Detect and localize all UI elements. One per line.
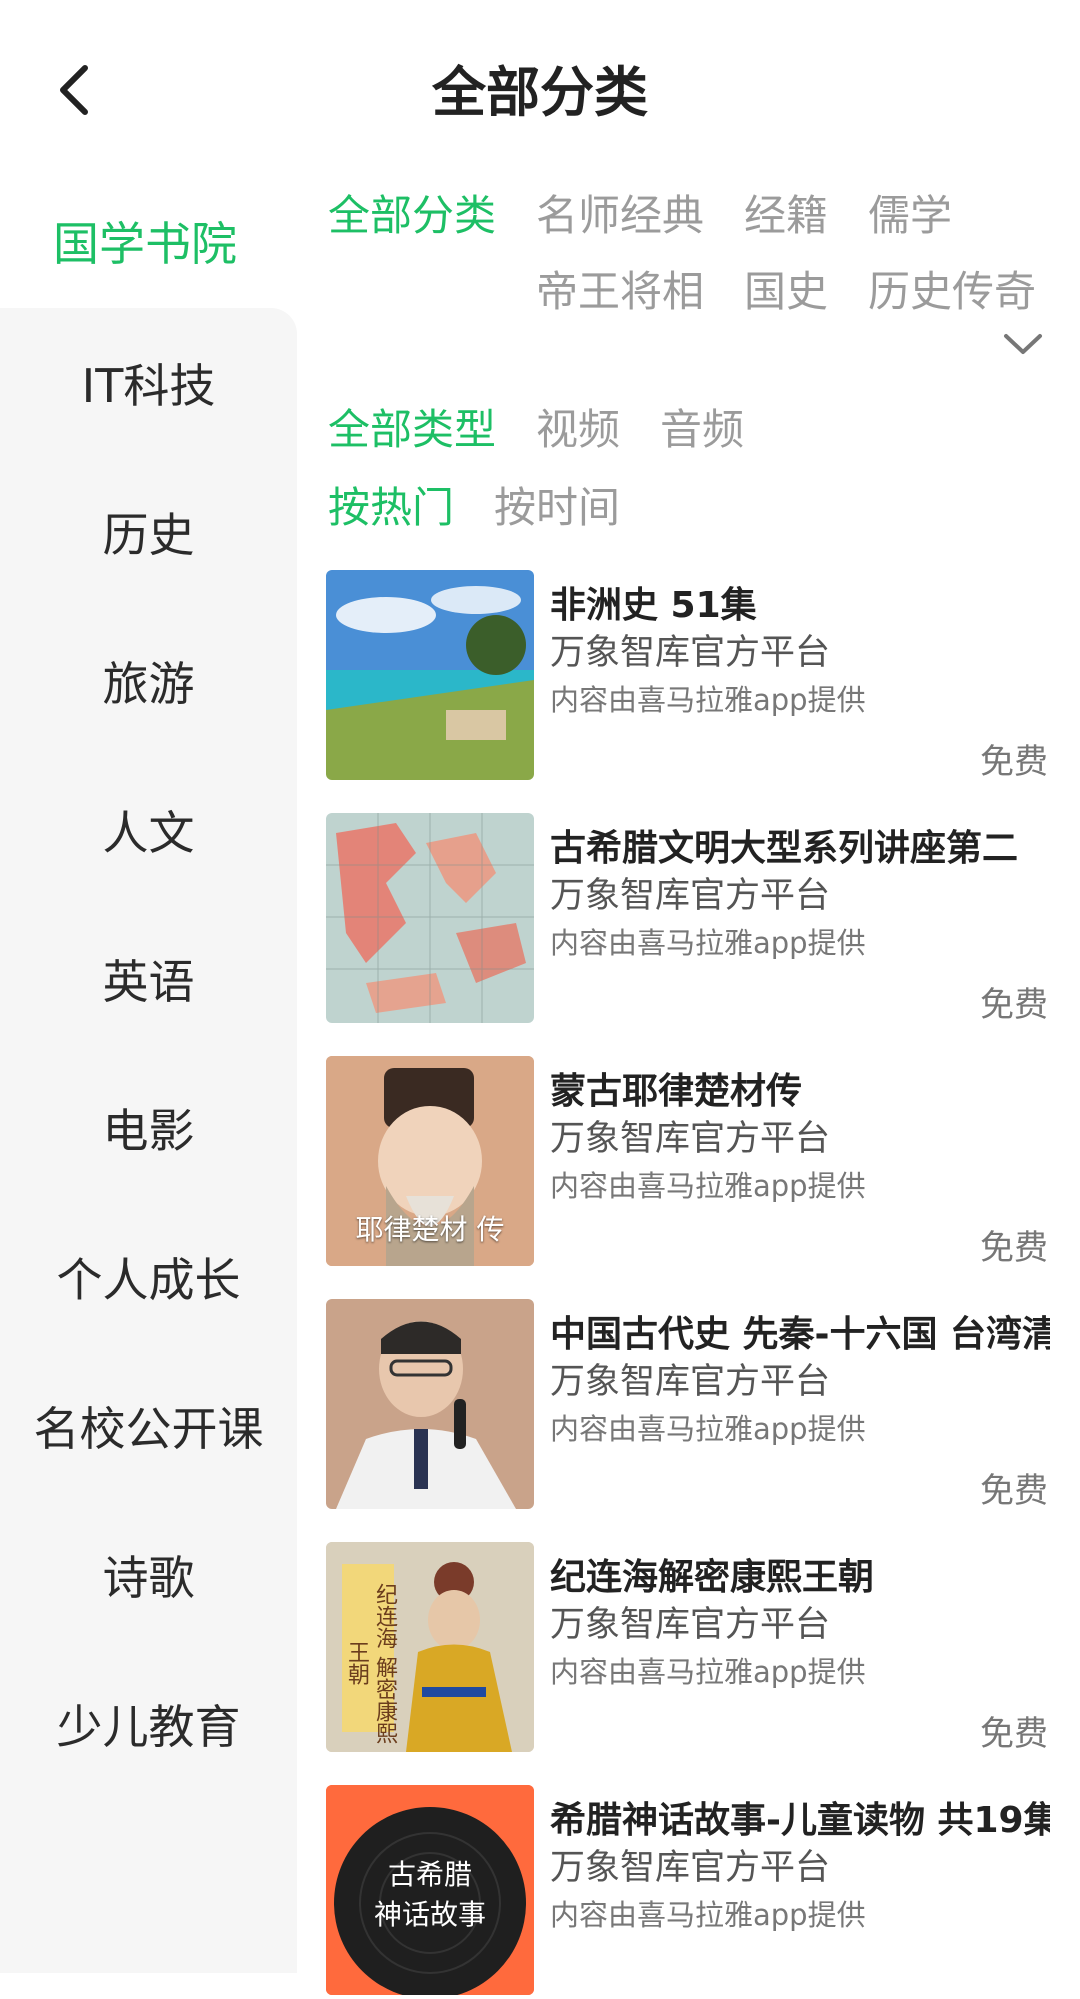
chevron-down-icon[interactable] <box>1002 330 1044 358</box>
thumbnail-caption: 古希腊 神话故事 <box>326 1855 534 1935</box>
item-price: 免费 <box>980 742 1048 782</box>
list-item[interactable]: 古希腊 神话故事 希腊神话故事-儿童读物 共19集 万象智库官方平台 内容由喜马… <box>326 1785 1056 1999</box>
sidebar-list: IT科技 历史 旅游 人文 英语 电影 个人成长 名校公开课 诗歌 少儿教育 <box>0 308 297 1973</box>
item-price: 免费 <box>980 1228 1048 1268</box>
sidebar-item-history[interactable]: 历史 <box>0 457 297 606</box>
sort-chip-hot[interactable]: 按热门 <box>328 474 454 535</box>
category-chip-all[interactable]: 全部分类 <box>328 182 496 243</box>
category-sidebar: 国学书院 IT科技 历史 旅游 人文 英语 电影 个人成长 名校公开课 诗歌 少… <box>0 175 297 1973</box>
sidebar-item-humanities[interactable]: 人文 <box>0 755 297 904</box>
page-title: 全部分类 <box>432 61 648 124</box>
sidebar-item-kids-education[interactable]: 少儿教育 <box>0 1649 297 1798</box>
sidebar-item-it[interactable]: IT科技 <box>0 308 297 457</box>
item-title: 古希腊文明大型系列讲座第二 <box>550 828 1019 869</box>
sidebar-item-open-courses[interactable]: 名校公开课 <box>0 1351 297 1500</box>
item-source: 万象智库官方平台 <box>550 1605 831 1645</box>
item-title: 蒙古耶律楚材传 <box>550 1071 803 1112</box>
list-item[interactable]: 纪连海 解密康熙王朝 纪连海解密康熙王朝 万象智库官方平台 内容由喜马拉雅app… <box>326 1542 1056 1756</box>
thumbnail-caption: 耶律楚材 传 <box>355 1213 505 1246</box>
type-chip-video[interactable]: 视频 <box>536 396 620 457</box>
item-provider: 内容由喜马拉雅app提供 <box>550 1898 866 1932</box>
item-provider: 内容由喜马拉雅app提供 <box>550 1169 866 1203</box>
sidebar-item-movies[interactable]: 电影 <box>0 1053 297 1202</box>
top-bar: 全部分类 <box>0 0 1080 175</box>
item-price: 免费 <box>980 1471 1048 1511</box>
category-chip-national-history[interactable]: 国史 <box>744 258 828 319</box>
item-title: 非洲史 51集 <box>550 585 757 626</box>
sidebar-item-travel[interactable]: 旅游 <box>0 606 297 755</box>
item-title: 中国古代史 先秦-十六国 台湾清 <box>550 1314 1050 1355</box>
category-chip-classics[interactable]: 经籍 <box>744 182 828 243</box>
item-title: 纪连海解密康熙王朝 <box>550 1557 875 1598</box>
item-source: 万象智库官方平台 <box>550 1362 831 1402</box>
sidebar-item-personal-growth[interactable]: 个人成长 <box>0 1202 297 1351</box>
sidebar-item-guoxue-active[interactable]: 国学书院 <box>0 175 290 307</box>
thumbnail-image: 耶律楚材 传 <box>326 1056 534 1266</box>
item-source: 万象智库官方平台 <box>550 1119 831 1159</box>
item-source: 万象智库官方平台 <box>550 1848 831 1888</box>
thumbnail-image <box>326 813 534 1023</box>
thumbnail-image: 纪连海 解密康熙王朝 <box>326 1542 534 1752</box>
item-price: 免费 <box>980 985 1048 1025</box>
thumbnail-image: 古希腊 神话故事 <box>326 1785 534 1995</box>
category-chip-emperors[interactable]: 帝王将相 <box>536 258 704 319</box>
list-item[interactable]: 古希腊文明大型系列讲座第二 万象智库官方平台 内容由喜马拉雅app提供 免费 <box>326 813 1056 1027</box>
item-price: 免费 <box>980 1714 1048 1754</box>
type-chip-audio[interactable]: 音频 <box>660 396 744 457</box>
category-chip-masters[interactable]: 名师经典 <box>536 182 704 243</box>
sort-chip-time[interactable]: 按时间 <box>494 474 620 535</box>
thumbnail-caption-line-2: 神话故事 <box>373 1898 486 1931</box>
thumbnail-image <box>326 1299 534 1509</box>
category-chip-legends[interactable]: 历史传奇 <box>868 258 1036 319</box>
item-provider: 内容由喜马拉雅app提供 <box>550 926 866 960</box>
item-title: 希腊神话故事-儿童读物 共19集 <box>550 1800 1050 1841</box>
sidebar-item-english[interactable]: 英语 <box>0 904 297 1053</box>
item-provider: 内容由喜马拉雅app提供 <box>550 683 866 717</box>
list-item[interactable]: 中国古代史 先秦-十六国 台湾清 万象智库官方平台 内容由喜马拉雅app提供 免… <box>326 1299 1056 1513</box>
type-chip-all[interactable]: 全部类型 <box>328 396 496 457</box>
thumbnail-image <box>326 570 534 780</box>
category-chip-confucianism[interactable]: 儒学 <box>868 182 952 243</box>
item-source: 万象智库官方平台 <box>550 633 831 673</box>
item-provider: 内容由喜马拉雅app提供 <box>550 1655 866 1689</box>
list-item[interactable]: 耶律楚材 传 蒙古耶律楚材传 万象智库官方平台 内容由喜马拉雅app提供 免费 <box>326 1056 1056 1270</box>
list-item[interactable]: 非洲史 51集 万象智库官方平台 内容由喜马拉雅app提供 免费 <box>326 570 1056 784</box>
thumbnail-caption: 纪连海 解密康熙王朝 <box>344 1582 397 1744</box>
item-provider: 内容由喜马拉雅app提供 <box>550 1412 866 1446</box>
sidebar-item-poetry[interactable]: 诗歌 <box>0 1500 297 1649</box>
item-source: 万象智库官方平台 <box>550 876 831 916</box>
thumbnail-caption-line-1: 古希腊 <box>387 1858 472 1891</box>
